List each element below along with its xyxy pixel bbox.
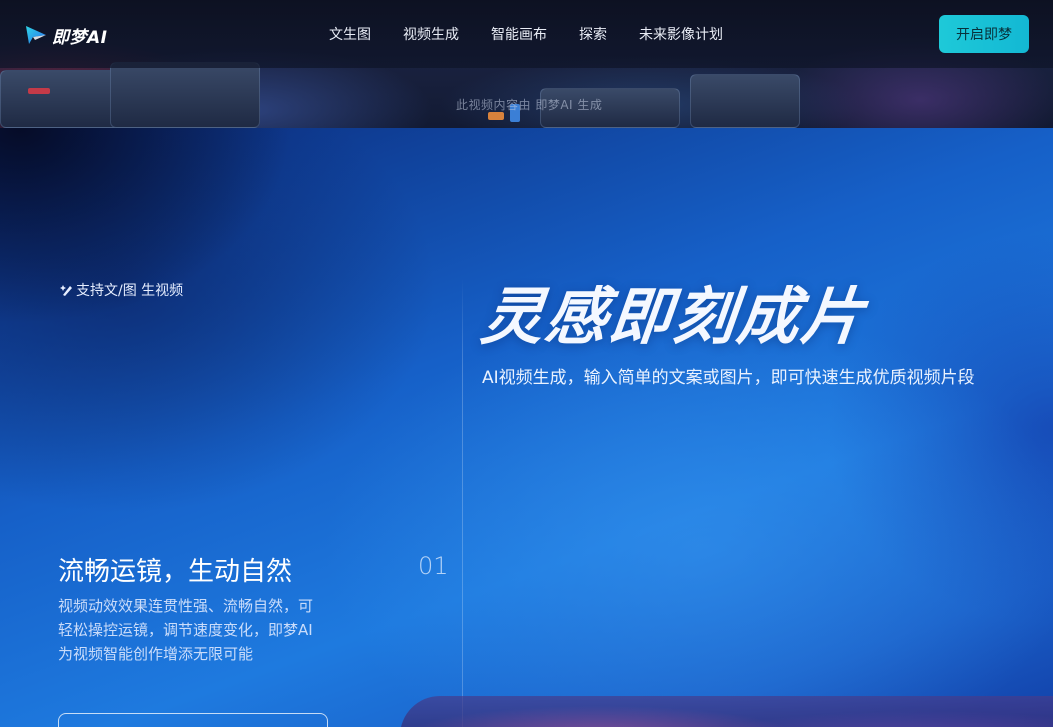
page-headline: 灵感即刻成片 [477,280,870,353]
logo[interactable]: 即梦AI [24,22,107,48]
feature-section: 支持文/图 生视频 灵感即刻成片 AI视频生成，输入简单的文案或图片，即可快速生… [0,128,1053,727]
nav-link-future-vision[interactable]: 未来影像计划 [639,24,723,44]
page-subheadline: AI视频生成，输入简单的文案或图片，即可快速生成优质视频片段 [482,368,975,388]
support-tag-text: 支持文/图 生视频 [76,283,184,299]
feature-action-button[interactable] [58,713,328,727]
open-jimeng-button[interactable]: 开启即梦 [939,15,1029,53]
sparkle-pen-icon [60,285,72,296]
nav-link-text-to-image[interactable]: 文生图 [329,24,371,44]
section-divider [462,278,463,727]
hero-artwork-left [0,70,120,128]
support-tag: 支持文/图 生视频 [60,280,183,300]
top-navbar: 即梦AI 文生图 视频生成 智能画布 探索 未来影像计划 开启即梦 [0,0,1053,68]
logo-mark-icon [26,26,46,44]
nav-link-smart-canvas[interactable]: 智能画布 [491,24,547,44]
logo-text: 即梦AI [52,27,108,48]
nav-link-explore[interactable]: 探索 [579,24,607,44]
feature-description: 视频动效效果连贯性强、流畅自然，可轻松操控运镜，调节速度变化，即梦AI为视频智能… [58,597,314,663]
hero-artwork-panel [690,74,800,128]
feature-title: 流畅运镜，生动自然 [58,557,293,587]
page: 此视频内容由 即梦AI 生成 即梦AI 文生图 视频生成 智能画布 探索 未来影 [0,0,1053,727]
nav-links: 文生图 视频生成 智能画布 探索 未来影像计划 [329,24,755,44]
video-preview-panel[interactable] [400,696,1053,727]
hero-caption: 此视频内容由 即梦AI 生成 [456,98,603,112]
feature-index: 01 [418,552,449,580]
hero-artwork-orange-chip [488,112,504,120]
hero-artwork-jacket [110,62,260,128]
nav-link-video-generation[interactable]: 视频生成 [403,24,459,44]
hero-artwork-red-stripe [28,88,50,94]
